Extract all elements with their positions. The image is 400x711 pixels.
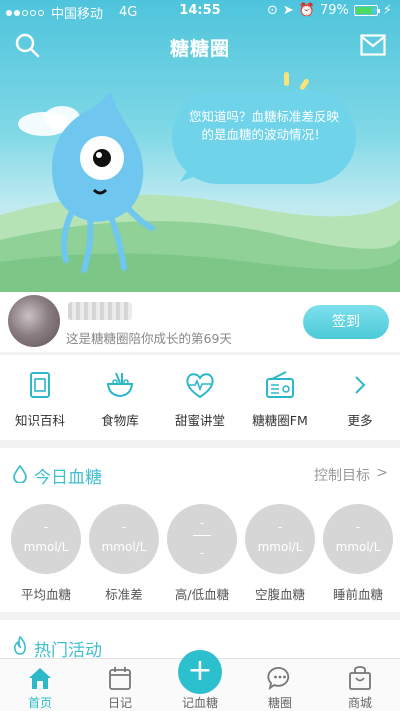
shortcut-label: 知识百科 — [14, 413, 65, 428]
tab-label: 日记 — [107, 696, 132, 710]
shortcut-label: 食物库 — [101, 413, 139, 428]
radio-icon — [266, 371, 294, 398]
shortcut-label: 甜蜜讲堂 — [174, 413, 225, 428]
chevron-right-icon — [355, 376, 366, 394]
battery-percent: 79% — [319, 3, 349, 18]
glucose-card-title: 今日血糖 — [34, 468, 102, 488]
glucose-card-header: 今日血糖 控制目标 > — [0, 448, 400, 502]
username-obscured — [68, 302, 132, 320]
food-bowl-icon — [106, 372, 134, 398]
droplet-icon — [13, 465, 27, 483]
metric-value: - — [277, 520, 283, 534]
charging-icon: ⚡ — [382, 3, 392, 18]
metric-circle: - mmol/L — [323, 504, 393, 574]
checkin-button[interactable]: 签到 — [303, 305, 389, 339]
tip-bubble: 您知道吗？血糖标准差反映的是血糖的波动情况！ — [172, 90, 356, 184]
glucose-metrics: - mmol/L 平均血糖 - mmol/L 标准差 - - 高/低血糖 - m… — [0, 504, 400, 610]
tab-circle[interactable]: 糖圈 — [240, 659, 320, 711]
tab-label: 首页 — [27, 696, 52, 710]
chevron-right-icon[interactable]: > — [376, 465, 388, 481]
tab-diary[interactable]: 日记 — [80, 659, 160, 711]
calendar-icon — [109, 667, 131, 690]
battery-fill — [355, 7, 372, 14]
metric-label: 睡前血糖 — [332, 587, 383, 602]
tab-label: 商城 — [347, 696, 372, 710]
metric-value-high: - — [199, 516, 205, 530]
membership-days-text: 这是糖糖圈陪你成长的第69天 — [66, 331, 232, 346]
shortcut-lecture[interactable]: 甜蜜讲堂 — [160, 355, 240, 440]
metric-circle: - mmol/L — [89, 504, 159, 574]
metric-unit: mmol/L — [23, 540, 69, 554]
metric-value: - — [355, 520, 361, 534]
hero-banner: 中国移动 4G 14:55 ⊙ ➤ ⏰ 79% ⚡ 糖糖圈 您知道吗？血糖标准差… — [0, 0, 400, 292]
metric-std-dev[interactable]: - mmol/L 标准差 — [78, 504, 159, 610]
user-info-row: 这是糖糖圈陪你成长的第69天 签到 — [0, 292, 400, 352]
metric-value-low: - — [199, 546, 205, 560]
metric-high-low[interactable]: - - 高/低血糖 — [156, 504, 237, 610]
metric-circle: - mmol/L — [245, 504, 315, 574]
location-icon: ➤ — [282, 3, 294, 18]
flame-icon — [14, 636, 26, 655]
shortcut-knowledge[interactable]: 知识百科 — [0, 355, 80, 440]
shortcut-fm[interactable]: 糖糖圈FM — [240, 355, 320, 440]
metric-divider — [193, 535, 211, 536]
today-glucose-card: 今日血糖 控制目标 > - mmol/L 平均血糖 - mmol/L 标准差 -… — [0, 448, 400, 612]
home-icon — [29, 668, 51, 689]
shortcut-label: 更多 — [347, 413, 373, 428]
shortcut-more[interactable]: 更多 — [320, 355, 400, 440]
shortcut-label: 糖糖圈FM — [252, 413, 308, 428]
metric-circle: - mmol/L — [11, 504, 81, 574]
book-icon — [30, 372, 50, 398]
status-bar: 中国移动 4G 14:55 ⊙ ➤ ⏰ 79% ⚡ — [0, 0, 400, 22]
heart-pulse-icon — [186, 373, 214, 399]
metric-unit: mmol/L — [335, 540, 381, 554]
plus-icon: + — [187, 653, 213, 688]
mail-icon[interactable] — [360, 34, 386, 56]
record-glucose-plus-button[interactable]: + — [178, 650, 222, 694]
metric-unit: mmol/L — [257, 540, 303, 554]
metric-average[interactable]: - mmol/L 平均血糖 — [0, 504, 81, 610]
metric-value: - — [121, 520, 127, 534]
avatar[interactable] — [8, 295, 60, 347]
tab-home[interactable]: 首页 — [0, 659, 80, 711]
tab-label: 记血糖 — [181, 696, 218, 710]
battery-icon — [353, 5, 380, 16]
app-title: 糖糖圈 — [169, 38, 230, 60]
alarm-icon: ⏰ — [298, 3, 315, 18]
chat-bubble-icon — [267, 667, 290, 691]
metric-bedtime[interactable]: - mmol/L 睡前血糖 — [312, 504, 393, 610]
metric-fasting[interactable]: - mmol/L 空腹血糖 — [234, 504, 315, 610]
shortcut-bar: 知识百科 食物库 甜蜜讲堂 糖糖圈FM 更多 — [0, 355, 400, 440]
metric-unit: mmol/L — [101, 540, 147, 554]
rotation-lock-icon: ⊙ — [266, 3, 278, 18]
metric-circle: - - — [167, 504, 237, 574]
shortcut-food[interactable]: 食物库 — [80, 355, 160, 440]
tab-label: 糖圈 — [267, 696, 292, 710]
tab-shop[interactable]: 商城 — [320, 659, 400, 711]
shop-icon — [349, 666, 371, 690]
control-target-link[interactable]: 控制目标 — [314, 465, 370, 485]
metric-value: - — [43, 520, 49, 534]
top-nav: 糖糖圈 — [0, 28, 400, 62]
